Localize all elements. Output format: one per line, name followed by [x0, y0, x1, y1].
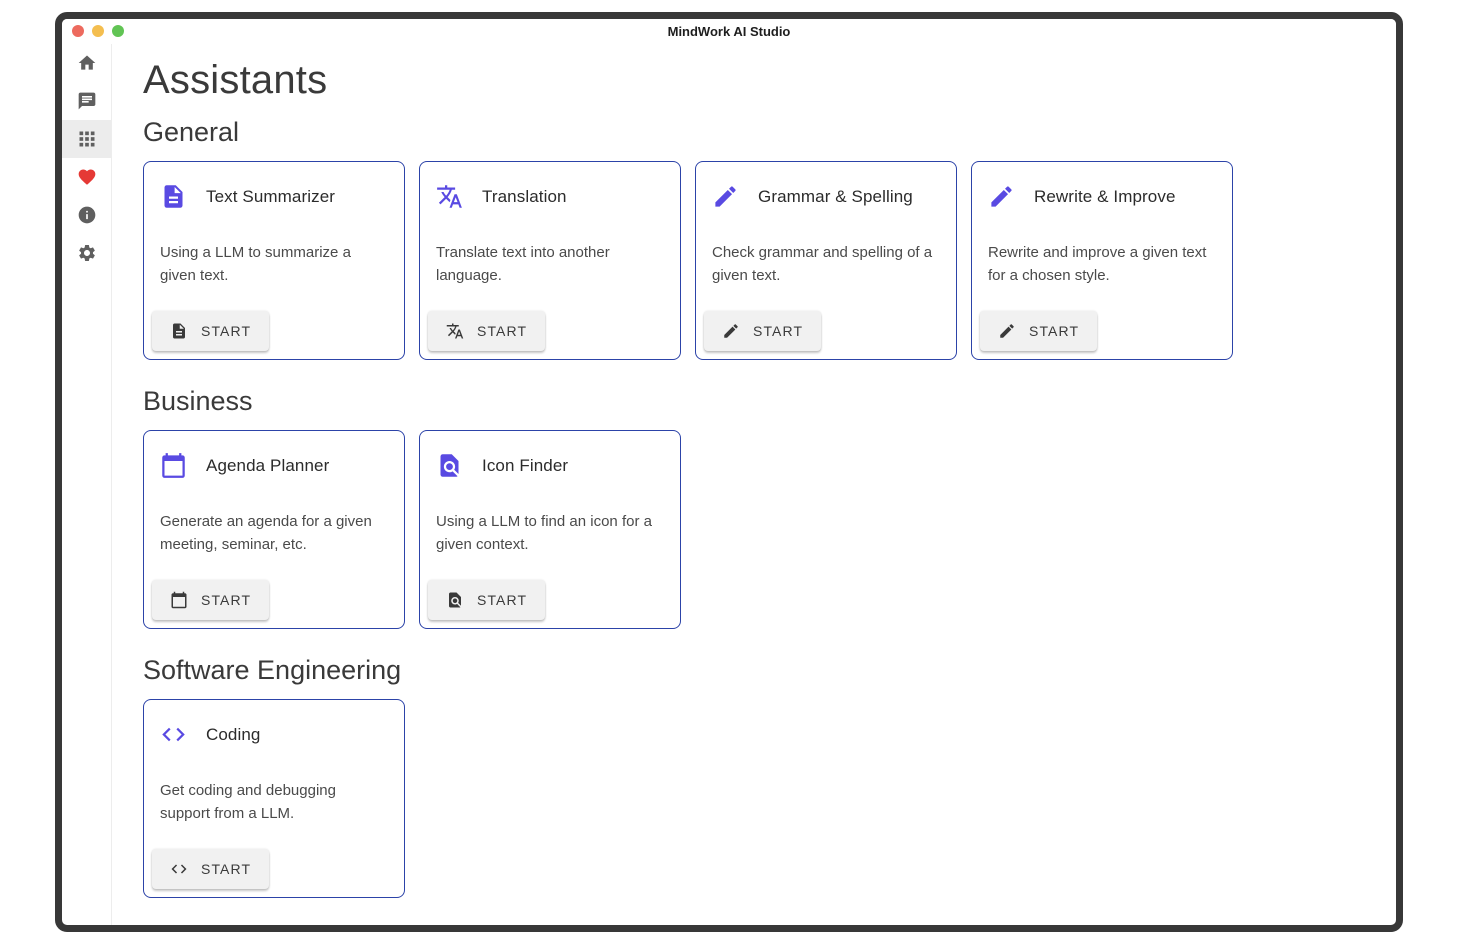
sections-container: General Text Summarizer Using a LLM to s…	[143, 117, 1376, 898]
card-rewrite-improve: Rewrite & Improve Rewrite and improve a …	[971, 161, 1233, 360]
start-button[interactable]: START	[152, 580, 269, 620]
minimize-button[interactable]	[92, 25, 104, 37]
window-title: MindWork AI Studio	[668, 24, 791, 39]
document-icon	[170, 322, 188, 340]
sidebar-item-chat[interactable]	[62, 82, 111, 120]
pencil-icon	[712, 183, 739, 210]
sidebar-item-heart[interactable]	[62, 158, 111, 196]
window-body: Assistants General Text Summarizer Using…	[62, 44, 1396, 925]
card-icon-finder: Icon Finder Using a LLM to find an icon …	[419, 430, 681, 629]
card-agenda-planner: Agenda Planner Generate an agenda for a …	[143, 430, 405, 629]
start-button-label: START	[201, 592, 251, 608]
card-coding: Coding Get coding and debugging support …	[143, 699, 405, 898]
apps-grid-icon	[77, 129, 97, 149]
card-header: Grammar & Spelling	[712, 183, 940, 210]
home-icon	[77, 53, 97, 73]
chat-icon	[77, 91, 97, 111]
card-description: Using a LLM to find an icon for a given …	[436, 510, 664, 556]
assistant-section: Business Agenda Planner Generate an agen…	[143, 386, 1376, 629]
start-button[interactable]: START	[428, 580, 545, 620]
card-title: Translation	[482, 187, 567, 207]
start-button[interactable]: START	[704, 311, 821, 351]
info-icon	[77, 205, 97, 225]
start-button[interactable]: START	[152, 311, 269, 351]
card-description: Translate text into another language.	[436, 241, 664, 287]
card-text-summarizer: Text Summarizer Using a LLM to summarize…	[143, 161, 405, 360]
section-title: Business	[143, 386, 1376, 417]
start-button-label: START	[201, 323, 251, 339]
section-title: Software Engineering	[143, 655, 1376, 686]
find-icon	[446, 591, 464, 609]
calendar-icon	[170, 591, 188, 609]
calendar-icon	[160, 452, 187, 479]
page-title: Assistants	[143, 58, 1376, 103]
code-icon	[170, 860, 188, 878]
sidebar	[62, 44, 112, 925]
zoom-button[interactable]	[112, 25, 124, 37]
card-row: Agenda Planner Generate an agenda for a …	[143, 430, 1376, 629]
card-description: Check grammar and spelling of a given te…	[712, 241, 940, 287]
assistant-section: Software Engineering Coding Get coding a…	[143, 655, 1376, 898]
heart-icon	[77, 167, 97, 187]
find-icon	[436, 452, 463, 479]
traffic-lights	[72, 25, 124, 37]
document-icon	[160, 183, 187, 210]
card-header: Translation	[436, 183, 664, 210]
pencil-icon	[722, 322, 740, 340]
sidebar-item-apps-grid[interactable]	[62, 120, 111, 158]
start-button[interactable]: START	[980, 311, 1097, 351]
card-title: Grammar & Spelling	[758, 187, 913, 207]
card-title: Icon Finder	[482, 456, 568, 476]
card-title: Coding	[206, 725, 260, 745]
translate-icon	[446, 322, 464, 340]
card-header: Text Summarizer	[160, 183, 388, 210]
close-button[interactable]	[72, 25, 84, 37]
card-header: Agenda Planner	[160, 452, 388, 479]
section-title: General	[143, 117, 1376, 148]
sidebar-item-settings-gear[interactable]	[62, 234, 111, 272]
main-content: Assistants General Text Summarizer Using…	[112, 44, 1396, 925]
start-button[interactable]: START	[152, 849, 269, 889]
sidebar-item-info[interactable]	[62, 196, 111, 234]
start-button-label: START	[477, 592, 527, 608]
translate-icon	[436, 183, 463, 210]
card-description: Get coding and debugging support from a …	[160, 779, 388, 825]
titlebar: MindWork AI Studio	[62, 19, 1396, 44]
card-header: Coding	[160, 721, 388, 748]
start-button-label: START	[1029, 323, 1079, 339]
card-row: Coding Get coding and debugging support …	[143, 699, 1376, 898]
card-description: Using a LLM to summarize a given text.	[160, 241, 388, 287]
start-button-label: START	[201, 861, 251, 877]
start-button-label: START	[477, 323, 527, 339]
card-row: Text Summarizer Using a LLM to summarize…	[143, 161, 1376, 360]
app-window: MindWork AI Studio Assistants General Te…	[55, 12, 1403, 932]
settings-gear-icon	[77, 243, 97, 263]
card-title: Text Summarizer	[206, 187, 335, 207]
start-button-label: START	[753, 323, 803, 339]
card-header: Rewrite & Improve	[988, 183, 1216, 210]
card-header: Icon Finder	[436, 452, 664, 479]
pencil-icon	[988, 183, 1015, 210]
pencil-icon	[998, 322, 1016, 340]
code-icon	[160, 721, 187, 748]
card-grammar-spelling: Grammar & Spelling Check grammar and spe…	[695, 161, 957, 360]
card-description: Generate an agenda for a given meeting, …	[160, 510, 388, 556]
card-title: Rewrite & Improve	[1034, 187, 1176, 207]
start-button[interactable]: START	[428, 311, 545, 351]
card-translation: Translation Translate text into another …	[419, 161, 681, 360]
card-description: Rewrite and improve a given text for a c…	[988, 241, 1216, 287]
assistant-section: General Text Summarizer Using a LLM to s…	[143, 117, 1376, 360]
card-title: Agenda Planner	[206, 456, 329, 476]
sidebar-item-home[interactable]	[62, 44, 111, 82]
